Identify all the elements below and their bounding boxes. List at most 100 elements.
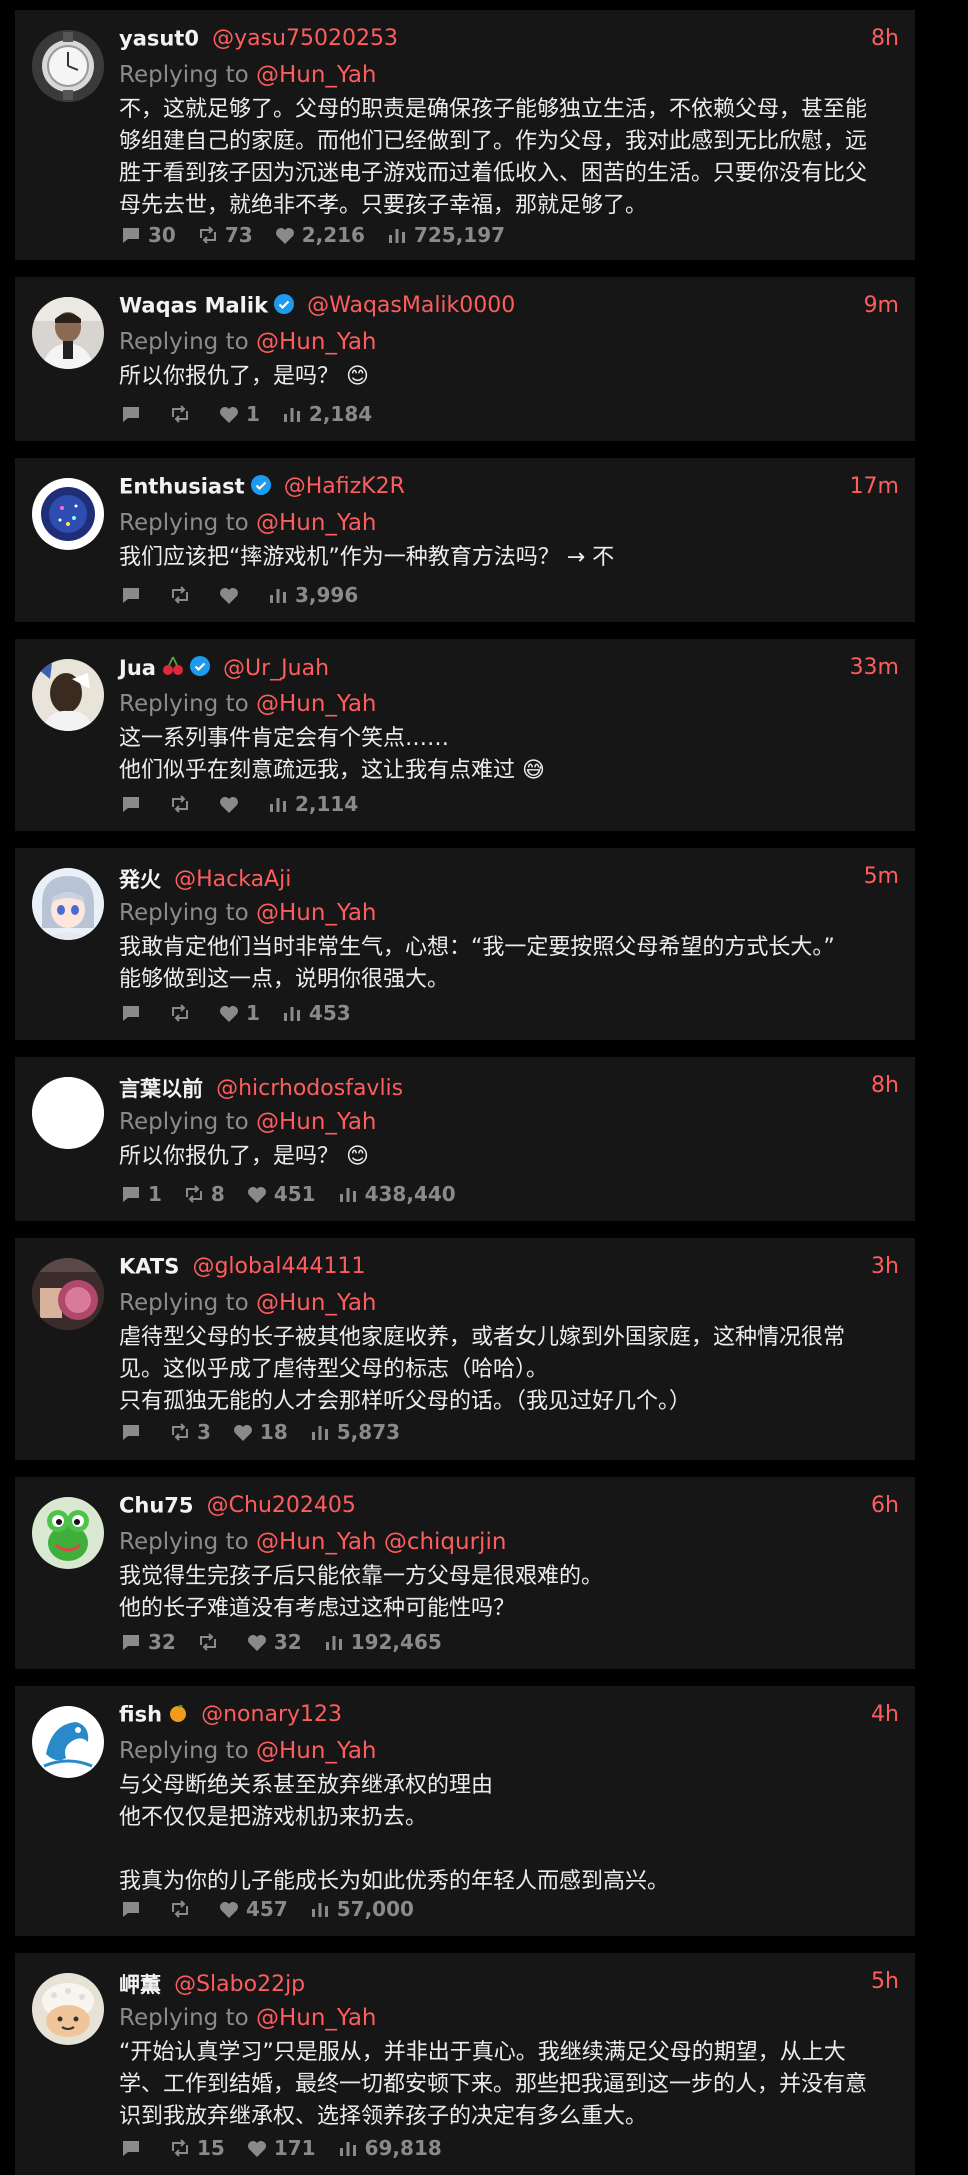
like-button[interactable]: 171 xyxy=(245,2136,316,2160)
reply-card[interactable]: Waqas Malik @WaqasMalik0000 9m Replying … xyxy=(15,277,915,441)
comment-button[interactable] xyxy=(119,1897,148,1921)
mention-link[interactable]: @Hun_Yah xyxy=(256,900,377,926)
reply-card[interactable]: 言葉以前 @hicrhodosfavlis 8h Replying to @Hu… xyxy=(15,1057,915,1221)
avatar[interactable] xyxy=(32,868,104,940)
like-button[interactable]: 451 xyxy=(245,1182,316,1206)
reply-card[interactable]: yasut0 @yasu75020253 8h Replying to @Hun… xyxy=(15,10,915,260)
display-name[interactable]: KATS xyxy=(119,1255,179,1279)
mention-link[interactable]: @Hun_Yah xyxy=(256,1529,377,1555)
comment-button[interactable]: 32 xyxy=(119,1630,176,1654)
user-handle[interactable]: @global444111 xyxy=(192,1254,365,1279)
reply-card[interactable]: 岬薫 @Slabo22jp 5h Replying to @Hun_Yah “开… xyxy=(15,1953,915,2175)
reply-card[interactable]: Chu75 @Chu202405 6h Replying to @Hun_Yah… xyxy=(15,1477,915,1669)
user-handle[interactable]: @yasu75020253 xyxy=(212,26,398,51)
like-button[interactable]: 18 xyxy=(231,1420,288,1444)
avatar[interactable] xyxy=(32,1706,104,1778)
user-handle[interactable]: @WaqasMalik0000 xyxy=(307,293,515,318)
user-handle[interactable]: @hicrhodosfavlis xyxy=(216,1076,403,1101)
timestamp[interactable]: 17m xyxy=(850,474,899,499)
avatar[interactable] xyxy=(32,30,104,102)
views-button[interactable]: 69,818 xyxy=(336,2136,442,2160)
user-handle[interactable]: @Chu202405 xyxy=(207,1493,356,1518)
like-button[interactable] xyxy=(217,792,246,816)
user-handle[interactable]: @Ur_Juah xyxy=(223,656,329,681)
timestamp[interactable]: 4h xyxy=(871,1702,899,1727)
like-button[interactable]: 1 xyxy=(217,402,260,426)
mention-link[interactable]: @Hun_Yah xyxy=(256,62,377,88)
avatar[interactable] xyxy=(32,297,104,369)
timestamp[interactable]: 9m xyxy=(864,293,899,318)
user-handle[interactable]: @Slabo22jp xyxy=(174,1972,305,1997)
mention-link[interactable]: @Hun_Yah xyxy=(256,510,377,536)
mention-link[interactable]: @Hun_Yah xyxy=(256,1738,377,1764)
avatar[interactable] xyxy=(32,1497,104,1569)
mention-link[interactable]: @Hun_Yah xyxy=(256,1290,377,1316)
reply-card[interactable]: Enthusiast @HafizK2R 17m Replying to @Hu… xyxy=(15,458,915,622)
timestamp[interactable]: 8h xyxy=(871,26,899,51)
timestamp[interactable]: 5h xyxy=(871,1969,899,1994)
comment-button[interactable] xyxy=(119,1001,148,1025)
like-button[interactable]: 32 xyxy=(245,1630,302,1654)
timestamp[interactable]: 33m xyxy=(850,655,899,680)
avatar[interactable] xyxy=(32,478,104,550)
comment-button[interactable] xyxy=(119,1420,148,1444)
timestamp[interactable]: 3h xyxy=(871,1254,899,1279)
comment-button[interactable] xyxy=(119,2136,148,2160)
views-button[interactable]: 5,873 xyxy=(308,1420,400,1444)
mention-link[interactable]: @Hun_Yah xyxy=(256,691,377,717)
reply-card[interactable]: fish @nonary123 4h Replying to @Hun_Yah … xyxy=(15,1686,915,1936)
retweet-button[interactable] xyxy=(168,1897,197,1921)
display-name[interactable]: 岬薫 xyxy=(119,1973,161,1997)
retweet-button[interactable]: 8 xyxy=(182,1182,225,1206)
avatar[interactable] xyxy=(32,1258,104,1330)
timestamp[interactable]: 6h xyxy=(871,1493,899,1518)
user-handle[interactable]: @nonary123 xyxy=(201,1702,342,1727)
display-name[interactable]: fish xyxy=(119,1703,162,1727)
display-name[interactable]: 発火 xyxy=(119,868,161,892)
views-button[interactable]: 453 xyxy=(280,1001,351,1025)
user-handle[interactable]: @HackaAji xyxy=(174,867,291,892)
avatar[interactable] xyxy=(32,1077,104,1149)
mention-link[interactable]: @Hun_Yah xyxy=(256,1109,377,1135)
reply-card[interactable]: KATS @global444111 3h Replying to @Hun_Y… xyxy=(15,1238,915,1460)
comment-button[interactable]: 30 xyxy=(119,223,176,247)
display-name[interactable]: Jua xyxy=(119,656,156,680)
retweet-button[interactable] xyxy=(168,402,197,426)
retweet-button[interactable] xyxy=(168,583,197,607)
comment-button[interactable]: 1 xyxy=(119,1182,162,1206)
like-button[interactable] xyxy=(217,583,246,607)
display-name[interactable]: Chu75 xyxy=(119,1494,194,1518)
user-handle[interactable]: @HafizK2R xyxy=(284,474,405,499)
avatar[interactable] xyxy=(32,1973,104,2045)
views-button[interactable]: 2,184 xyxy=(280,402,372,426)
views-button[interactable]: 57,000 xyxy=(308,1897,414,1921)
retweet-button[interactable]: 3 xyxy=(168,1420,211,1444)
views-button[interactable]: 192,465 xyxy=(322,1630,442,1654)
display-name[interactable]: yasut0 xyxy=(119,27,199,51)
retweet-button[interactable]: 15 xyxy=(168,2136,225,2160)
views-button[interactable]: 2,114 xyxy=(266,792,358,816)
views-button[interactable]: 438,440 xyxy=(336,1182,456,1206)
reply-card[interactable]: 発火 @HackaAji 5m Replying to @Hun_Yah 我敢肯… xyxy=(15,848,915,1040)
display-name[interactable]: 言葉以前 xyxy=(119,1077,203,1101)
like-button[interactable]: 457 xyxy=(217,1897,288,1921)
timestamp[interactable]: 5m xyxy=(864,864,899,889)
reply-card[interactable]: Jua @Ur_Juah 33m Replying to @Hun_Yah 这一… xyxy=(15,639,915,831)
views-button[interactable]: 725,197 xyxy=(385,223,505,247)
views-button[interactable]: 3,996 xyxy=(266,583,358,607)
retweet-button[interactable] xyxy=(168,792,197,816)
mention-link[interactable]: @Hun_Yah xyxy=(256,2005,377,2031)
like-button[interactable]: 2,216 xyxy=(273,223,365,247)
comment-button[interactable] xyxy=(119,583,148,607)
comment-button[interactable] xyxy=(119,402,148,426)
display-name[interactable]: Waqas Malik xyxy=(119,294,268,318)
display-name[interactable]: Enthusiast xyxy=(119,475,245,499)
retweet-button[interactable] xyxy=(196,1630,225,1654)
avatar[interactable] xyxy=(32,659,104,731)
retweet-button[interactable]: 73 xyxy=(196,223,253,247)
timestamp[interactable]: 8h xyxy=(871,1073,899,1098)
mention-link[interactable]: @Hun_Yah xyxy=(256,329,377,355)
mention-link[interactable]: @chiqurjin xyxy=(384,1529,507,1555)
comment-button[interactable] xyxy=(119,792,148,816)
retweet-button[interactable] xyxy=(168,1001,197,1025)
